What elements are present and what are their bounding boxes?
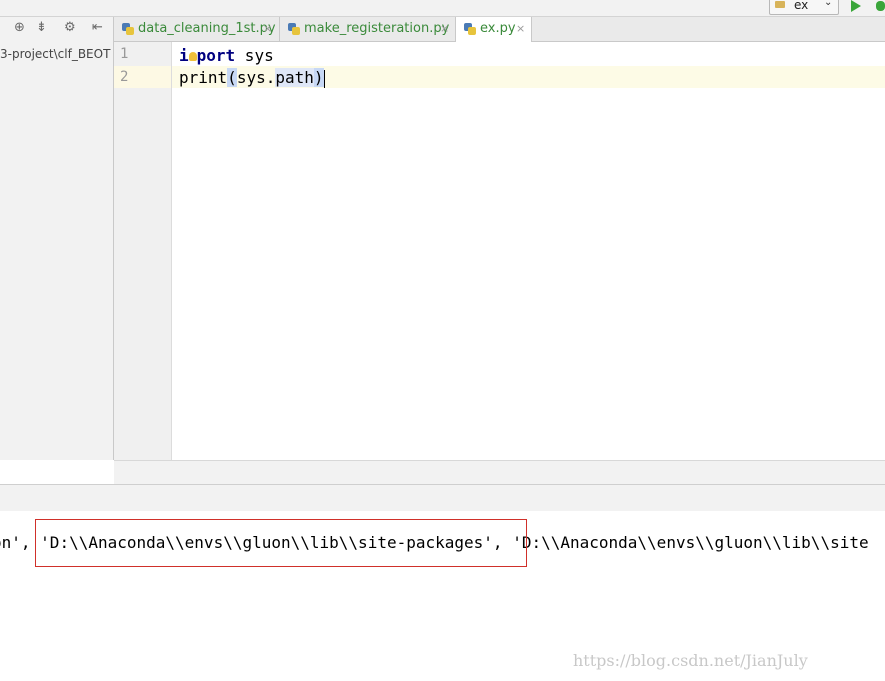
python-file-icon bbox=[464, 23, 476, 35]
line-number-gutter: 1 2 bbox=[114, 42, 172, 460]
run-config-label: ex bbox=[794, 0, 809, 12]
editor-horizontal-scrollbar[interactable] bbox=[114, 460, 885, 485]
code-line-1[interactable]: i port sys bbox=[179, 45, 274, 67]
run-tool-window-header bbox=[0, 484, 885, 512]
gear-icon[interactable]: ⚙ bbox=[64, 20, 76, 36]
top-toolbar: ex ⌄ bbox=[0, 0, 885, 17]
line-number: 1 bbox=[120, 46, 129, 62]
tab-ex[interactable]: ex.py × bbox=[456, 17, 532, 42]
project-panel-toolbar: ⊕ ⇟ ⚙ ⇤ bbox=[0, 17, 113, 41]
run-console[interactable]: on', 'D:\\Anaconda\\envs\\gluon\\lib\\si… bbox=[0, 511, 885, 681]
line-number: 2 bbox=[120, 69, 129, 85]
hide-panel-icon[interactable]: ⇤ bbox=[92, 20, 103, 36]
tab-label: data_cleaning_1st.py bbox=[138, 21, 276, 36]
chevron-down-icon: ⌄ bbox=[824, 0, 833, 8]
tab-make-registeration[interactable]: make_registeration.py × bbox=[280, 17, 456, 41]
close-icon[interactable]: × bbox=[516, 17, 525, 41]
text-cursor bbox=[323, 69, 325, 88]
editor-tab-bar: data_cleaning_1st.py × make_registeratio… bbox=[114, 17, 885, 42]
close-icon[interactable]: × bbox=[263, 17, 272, 41]
run-icon[interactable] bbox=[851, 0, 861, 12]
intention-bulb-icon[interactable] bbox=[188, 52, 197, 61]
python-file-icon bbox=[288, 23, 300, 35]
debug-icon[interactable] bbox=[876, 1, 885, 11]
project-path-label[interactable]: 3-project\clf_BEOT bbox=[0, 47, 110, 61]
annotation-highlight-box bbox=[35, 519, 527, 567]
tab-label: ex.py bbox=[480, 21, 516, 36]
project-panel: ⊕ ⇟ ⚙ ⇤ 3-project\clf_BEOT bbox=[0, 17, 114, 460]
close-icon[interactable]: × bbox=[440, 17, 449, 41]
watermark: https://blog.csdn.net/JianJuly bbox=[573, 651, 808, 670]
collapse-all-icon[interactable]: ⇟ bbox=[36, 20, 47, 36]
python-config-icon bbox=[775, 1, 785, 8]
locate-file-icon[interactable]: ⊕ bbox=[14, 20, 25, 36]
tab-label: make_registeration.py bbox=[304, 21, 450, 36]
run-configuration-select[interactable]: ex ⌄ bbox=[769, 0, 839, 15]
code-editor[interactable]: i port sys print(sys.path) bbox=[172, 42, 885, 460]
code-line-2[interactable]: print(sys.path) bbox=[179, 67, 325, 89]
python-file-icon bbox=[122, 23, 134, 35]
tab-data-cleaning[interactable]: data_cleaning_1st.py × bbox=[114, 17, 280, 41]
